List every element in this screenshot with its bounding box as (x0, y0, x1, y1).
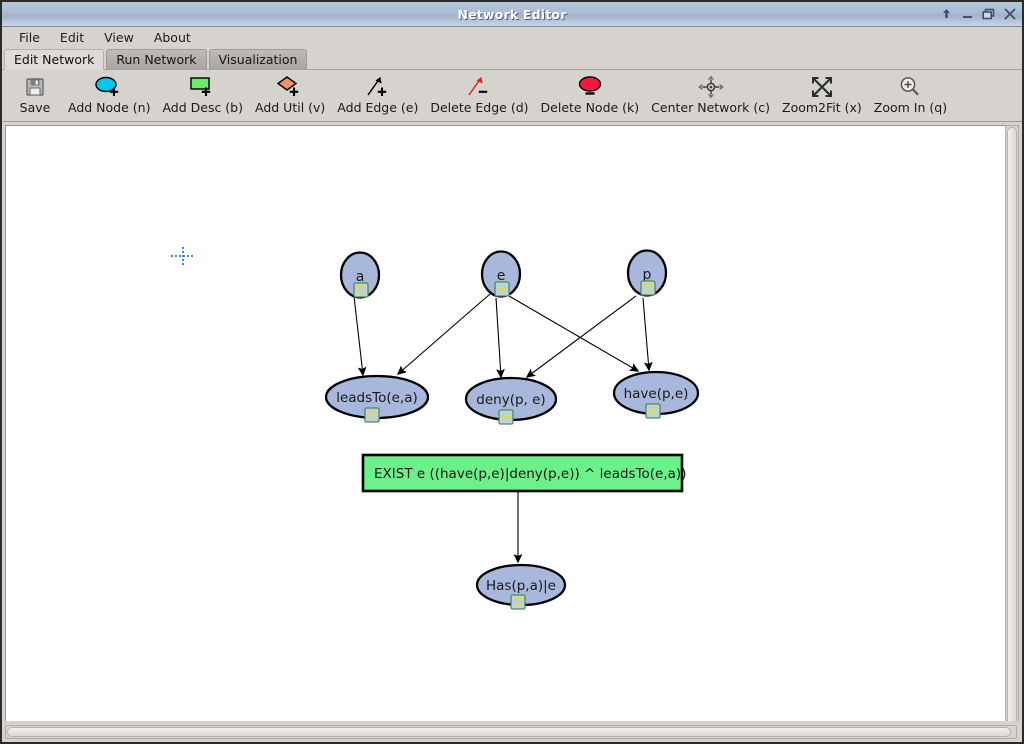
edge-e-leadsTo[interactable] (396, 293, 491, 375)
zoom-to-fit-icon (801, 74, 843, 100)
menu-item-view[interactable]: View (95, 28, 143, 47)
add-node-button[interactable]: Add Node (n) (62, 73, 156, 115)
center-network-label: Center Network (c) (651, 100, 771, 115)
delete-node-button[interactable]: Delete Node (k) (535, 73, 646, 115)
delete-edge-label: Delete Edge (d) (430, 100, 529, 115)
canvas-area: a e p leadsTo(e,a) deny(p, e) have(p,e) … (2, 122, 1022, 744)
add-util-label: Add Util (v) (255, 100, 326, 115)
add-node-icon (88, 74, 130, 100)
center-network-icon (690, 74, 732, 100)
delete-edge-button[interactable]: Delete Edge (d) (424, 73, 534, 115)
zoom-to-fit-label: Zoom2Fit (x) (782, 100, 862, 115)
graph-node-a[interactable]: a (339, 251, 381, 299)
save-label: Save (19, 100, 51, 115)
zoom-in-icon (889, 74, 931, 100)
graph-node-have[interactable]: have(p,e) (612, 370, 700, 419)
horizontal-scrollbar[interactable] (5, 725, 1017, 739)
status-strip (2, 721, 1022, 742)
delete-node-icon (569, 74, 611, 100)
node-label: deny(p, e) (476, 392, 545, 408)
titlebar-buttons (940, 2, 1016, 26)
cursor-crosshair-marker (171, 247, 195, 265)
zoom-in-button[interactable]: Zoom In (q) (868, 73, 953, 115)
node-label: Has(p,a)|e (486, 578, 556, 594)
center-network-button[interactable]: Center Network (c) (645, 73, 776, 115)
menubar: File Edit View About (2, 27, 1022, 48)
minimize-icon[interactable] (961, 7, 974, 22)
node-label: leadsTo(e,a) (336, 390, 418, 406)
shade-icon[interactable] (940, 7, 953, 22)
toolbar: Save Add Node (n) Add Desc (b) Add Util … (2, 70, 1022, 122)
node-badge-icon[interactable] (364, 407, 380, 423)
network-graph[interactable]: a e p leadsTo(e,a) deny(p, e) have(p,e) … (6, 126, 1018, 744)
add-node-label: Add Node (n) (68, 100, 151, 115)
vertical-scrollbar[interactable] (1005, 125, 1019, 741)
add-desc-button[interactable]: Add Desc (b) (156, 73, 249, 115)
node-label: have(p,e) (624, 386, 689, 402)
graph-node-e[interactable]: e (480, 250, 522, 298)
maximize-icon[interactable] (982, 7, 995, 22)
tabstrip: Edit Network Run Network Visualization (2, 48, 1022, 70)
add-edge-label: Add Edge (e) (337, 100, 419, 115)
edge-p-have[interactable] (642, 297, 653, 372)
graph-edges (353, 293, 653, 564)
vertical-scrollbar-thumb[interactable] (1007, 127, 1017, 735)
node-badge-icon[interactable] (498, 409, 514, 425)
graph-node-deny[interactable]: deny(p, e) (464, 376, 558, 425)
tab-run-network[interactable]: Run Network (106, 49, 207, 70)
close-icon[interactable] (1003, 7, 1016, 22)
edge-e-deny[interactable] (495, 297, 505, 379)
edge-a-leadsTo[interactable] (353, 295, 367, 377)
add-desc-label: Add Desc (b) (162, 100, 243, 115)
graph-node-has[interactable]: Has(p,a)|e (475, 563, 567, 610)
tab-visualization[interactable]: Visualization (208, 49, 308, 70)
zoom-in-label: Zoom In (q) (873, 100, 948, 115)
menu-item-about[interactable]: About (145, 28, 200, 47)
tab-edit-network[interactable]: Edit Network (4, 49, 105, 70)
network-editor-window: Network Editor File Edit View About Edit… (0, 0, 1024, 744)
floppy-disk-icon (14, 74, 56, 100)
graph-node-leadsTo[interactable]: leadsTo(e,a) (324, 374, 430, 423)
titlebar: Network Editor (2, 2, 1022, 27)
edge-p-deny[interactable] (525, 295, 637, 378)
window-title: Network Editor (457, 6, 567, 22)
menu-item-edit[interactable]: Edit (51, 28, 93, 47)
add-util-button[interactable]: Add Util (v) (249, 73, 331, 115)
graph-description-node[interactable]: EXIST e ((have(p,e)|deny(p,e)) ^ leadsTo… (361, 453, 686, 493)
node-badge-icon[interactable] (494, 281, 510, 297)
save-button[interactable]: Save (8, 73, 62, 115)
network-canvas[interactable]: a e p leadsTo(e,a) deny(p, e) have(p,e) … (5, 125, 1019, 744)
add-edge-button[interactable]: Add Edge (e) (331, 73, 424, 115)
node-badge-icon[interactable] (640, 280, 656, 296)
delete-node-label: Delete Node (k) (540, 100, 640, 115)
menu-item-file[interactable]: File (10, 28, 49, 47)
edge-e-have[interactable] (508, 295, 640, 372)
add-desc-icon (182, 74, 224, 100)
add-util-icon (269, 74, 311, 100)
graph-node-p[interactable]: p (626, 249, 668, 297)
node-badge-icon[interactable] (645, 403, 661, 419)
delete-edge-icon (458, 74, 500, 100)
add-edge-icon (357, 74, 399, 100)
node-badge-icon[interactable] (353, 282, 369, 298)
node-badge-icon[interactable] (510, 594, 526, 610)
description-text: EXIST e ((have(p,e)|deny(p,e)) ^ leadsTo… (374, 466, 686, 482)
zoom-to-fit-button[interactable]: Zoom2Fit (x) (776, 73, 868, 115)
horizontal-scrollbar-thumb[interactable] (7, 727, 1011, 737)
